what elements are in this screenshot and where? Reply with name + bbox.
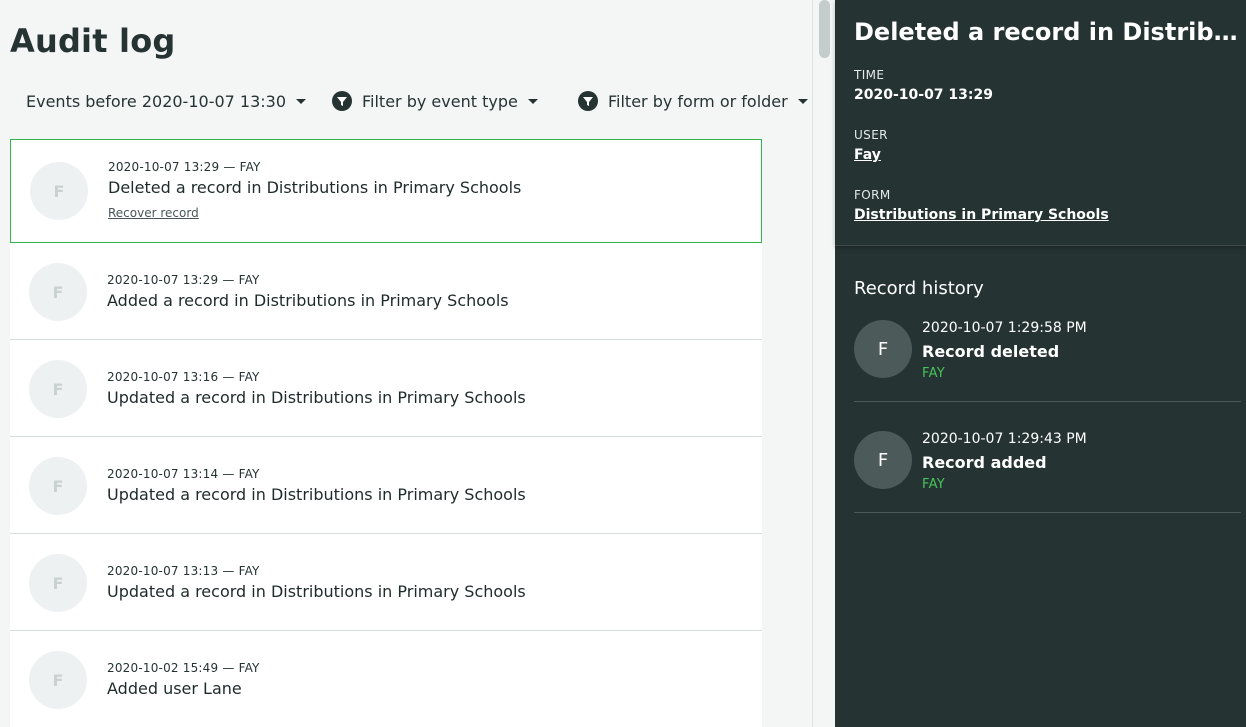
avatar: F [29,651,87,709]
date-filter-dropdown[interactable]: Events before 2020-10-07 13:30 [26,88,307,114]
event-meta: 2020-10-07 13:16 — FAY [107,370,260,384]
avatar: F [854,320,912,378]
event-row[interactable]: F 2020-10-07 13:29 — FAY Added a record … [10,243,762,340]
event-meta: 2020-10-02 15:49 — FAY [107,661,260,675]
filter-funnel-icon [332,91,352,111]
history-action: Record added [922,453,1047,472]
page-title: Audit log [10,22,176,60]
detail-header: Deleted a record in Distributions in Pri… [835,0,1246,246]
filter-funnel-icon [578,91,598,111]
record-history-title: Record history [854,278,984,299]
caret-down-icon [527,98,538,104]
history-user: FAY [922,477,946,492]
detail-title: Deleted a record in Distributions in Pri… [854,18,1244,46]
form-filter-dropdown[interactable]: Filter by form or folder [578,88,808,114]
event-description: Deleted a record in Distributions in Pri… [108,178,522,197]
scrollbar-thumb[interactable] [819,0,830,58]
user-label: USER [854,128,888,142]
main-content: Audit log Events before 2020-10-07 13:30… [0,0,812,727]
history-user: FAY [922,366,946,381]
event-description: Updated a record in Distributions in Pri… [107,388,526,407]
event-description: Added user Lane [107,679,242,698]
avatar: F [29,360,87,418]
history-time: 2020-10-07 1:29:58 PM [922,320,1087,336]
history-action: Record deleted [922,342,1060,361]
recover-record-link[interactable]: Recover record [108,206,199,220]
time-value: 2020-10-07 13:29 [854,87,993,103]
event-type-filter-dropdown[interactable]: Filter by event type [332,88,538,114]
filter-bar: Events before 2020-10-07 13:30 Filter by… [0,88,812,114]
history-item: F 2020-10-07 1:29:58 PM Record deleted F… [854,320,1241,402]
event-description: Updated a record in Distributions in Pri… [107,485,526,504]
form-filter-label: Filter by form or folder [608,91,788,111]
avatar: F [854,431,912,489]
event-row[interactable]: F 2020-10-07 13:16 — FAY Updated a recor… [10,340,762,437]
avatar: F [29,263,87,321]
event-row[interactable]: F 2020-10-07 13:13 — FAY Updated a recor… [10,534,762,631]
user-link[interactable]: Fay [854,147,881,163]
event-description: Added a record in Distributions in Prima… [107,291,509,310]
date-filter-label: Events before 2020-10-07 13:30 [26,91,287,111]
detail-panel: Deleted a record in Distributions in Pri… [835,0,1246,727]
event-list: F 2020-10-07 13:29 — FAY Deleted a recor… [10,139,762,727]
main-scrollbar[interactable] [812,0,835,727]
avatar: F [29,554,87,612]
event-meta: 2020-10-07 13:13 — FAY [107,564,260,578]
event-meta: 2020-10-07 13:14 — FAY [107,467,260,481]
history-time: 2020-10-07 1:29:43 PM [922,431,1087,447]
event-type-filter-label: Filter by event type [362,91,518,111]
event-row-selected[interactable]: F 2020-10-07 13:29 — FAY Deleted a recor… [10,139,762,243]
event-meta: 2020-10-07 13:29 — FAY [107,273,260,287]
form-link[interactable]: Distributions in Primary Schools [854,207,1109,223]
avatar: F [29,457,87,515]
form-label: FORM [854,188,891,202]
time-label: TIME [854,68,885,82]
event-meta: 2020-10-07 13:29 — FAY [108,160,261,174]
caret-down-icon [797,98,808,104]
avatar: F [30,162,88,220]
caret-down-icon [296,98,307,104]
history-item: F 2020-10-07 1:29:43 PM Record added FAY [854,431,1241,513]
event-description: Updated a record in Distributions in Pri… [107,582,526,601]
event-row[interactable]: F 2020-10-02 15:49 — FAY Added user Lane [10,631,762,727]
event-row[interactable]: F 2020-10-07 13:14 — FAY Updated a recor… [10,437,762,534]
